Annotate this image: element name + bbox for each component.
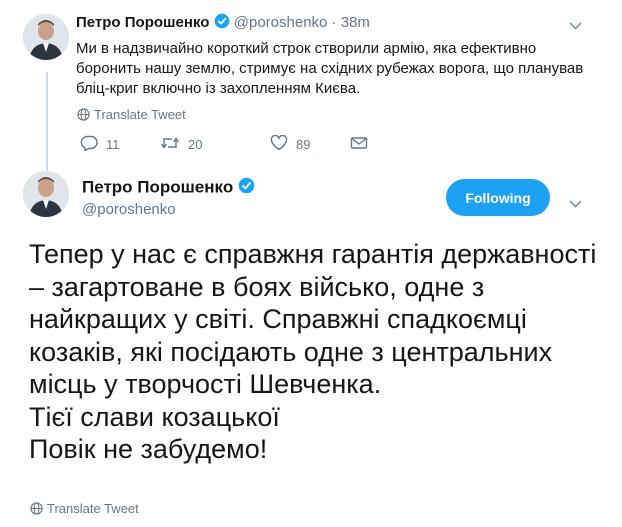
tweet1-actions: 11 20 89	[80, 134, 368, 154]
tweet1-author-name[interactable]: Петро Порошенко	[76, 14, 209, 31]
thread-connector-line	[46, 72, 48, 172]
tweet2-author-name[interactable]: Петро Порошенко	[82, 177, 233, 196]
tweet2-author: Петро Порошенко	[82, 177, 255, 199]
tweet1-translate-link[interactable]: Translate Tweet	[77, 107, 186, 122]
tweet1-separator: ·	[331, 13, 337, 31]
like-count: 89	[296, 136, 311, 152]
dm-button[interactable]	[350, 135, 368, 154]
retweet-button[interactable]: 20	[160, 135, 270, 154]
chevron-down-icon[interactable]	[569, 196, 582, 214]
dm-icon	[350, 135, 368, 154]
verified-badge-icon	[214, 13, 230, 33]
retweet-icon	[160, 135, 180, 154]
tweet2-text-content: Тепер у нас є справжня гарантія державно…	[29, 239, 597, 464]
tweet1-header: Петро Порошенко @poroshenko · 38m	[76, 13, 370, 33]
tweet1-translate-label: Translate Tweet	[94, 107, 186, 122]
tweet2-avatar[interactable]	[23, 171, 69, 217]
tweet1-handle[interactable]: @poroshenko	[234, 14, 328, 31]
tweet1-avatar[interactable]	[23, 14, 69, 60]
tweet1-timestamp[interactable]: 38m	[341, 14, 370, 31]
tweet1-text: Ми в надзвичайно короткий строк створили…	[76, 40, 584, 97]
tweet2-text: Тепер у нас є справжня гарантія державно…	[29, 238, 599, 466]
reply-icon	[80, 135, 98, 154]
like-icon	[270, 134, 288, 154]
tweet2-translate-link[interactable]: Translate Tweet	[30, 501, 139, 516]
globe-icon	[77, 107, 94, 122]
verified-badge-icon	[238, 177, 255, 199]
following-button[interactable]: Following	[446, 179, 550, 216]
reply-button[interactable]: 11	[80, 135, 160, 154]
retweet-count: 20	[188, 136, 203, 152]
like-button[interactable]: 89	[270, 134, 350, 154]
reply-count: 11	[106, 136, 120, 152]
tweet2-handle[interactable]: @poroshenko	[82, 201, 176, 218]
globe-icon	[30, 501, 47, 516]
tweet2-translate-label: Translate Tweet	[47, 501, 139, 516]
chevron-down-icon[interactable]	[569, 18, 582, 36]
